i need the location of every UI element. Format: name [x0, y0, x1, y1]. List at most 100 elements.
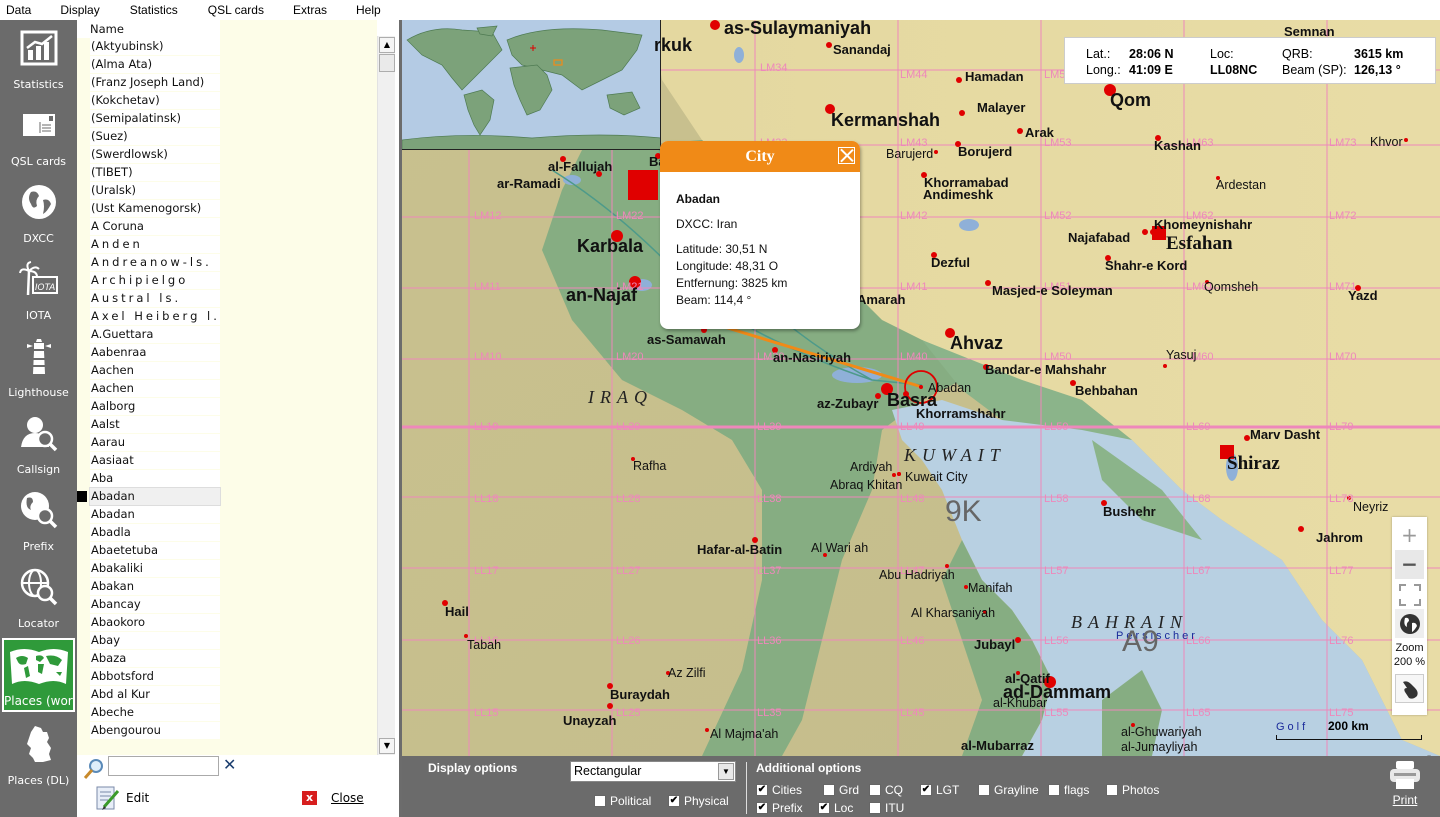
places-list[interactable]: Name (Aktyubinsk) (Alma Ata) (Franz Joseph…	[77, 20, 377, 755]
menu-data[interactable]: Data	[0, 0, 38, 20]
sidebar-item-lighthouse[interactable]: Lighthouse	[2, 328, 75, 402]
close-button[interactable]: x Close	[302, 791, 364, 805]
city-label[interactable]: Behbahan	[1075, 383, 1138, 398]
sidebar-item-qsl-cards[interactable]: QSL cards	[2, 97, 75, 171]
city-label[interactable]: al-Khubar	[993, 696, 1047, 710]
clear-search-button[interactable]: ✕	[223, 755, 236, 774]
city-label[interactable]: Rafha	[633, 459, 666, 473]
city-label[interactable]: as-Sulaymaniyah	[724, 20, 871, 39]
city-label[interactable]: Jahrom	[1316, 530, 1363, 545]
scroll-down-button[interactable]: ▼	[379, 738, 395, 754]
list-item[interactable]: Aachen	[77, 362, 220, 380]
city-label[interactable]: Hafar-al-Batin	[697, 542, 782, 557]
city-label[interactable]: Masjed-e Soleyman	[992, 283, 1113, 298]
option-checkbox-cq[interactable]: CQ	[869, 783, 903, 797]
list-item[interactable]: Abadan	[77, 487, 221, 506]
menu-statistics[interactable]: Statistics	[124, 0, 185, 20]
political-checkbox[interactable]: Political	[594, 794, 651, 808]
list-item[interactable]: Abengourou	[77, 722, 220, 740]
option-checkbox-lgt[interactable]: ✔ LGT	[920, 783, 959, 797]
city-label[interactable]: Qom	[1110, 90, 1151, 111]
city-label[interactable]: Esfahan	[1166, 233, 1233, 255]
list-scrollbar[interactable]: ▲ ▼	[377, 36, 395, 755]
list-item[interactable]: Aachen	[77, 380, 220, 398]
option-checkbox-loc[interactable]: ✔ Loc	[818, 801, 853, 815]
projection-select[interactable]: Rectangular ▼	[570, 761, 736, 782]
city-label[interactable]: Khomeynishahr	[1154, 217, 1252, 232]
search-input[interactable]	[108, 756, 219, 776]
city-label[interactable]: Karbala	[577, 236, 643, 257]
list-item[interactable]: Abd al Kur	[77, 686, 220, 704]
scroll-thumb[interactable]	[379, 54, 395, 72]
sidebar-item-prefix[interactable]: Prefix	[2, 482, 75, 556]
list-item[interactable]: Abadan	[77, 506, 220, 524]
list-item[interactable]: (Semipalatinsk)	[77, 110, 220, 128]
list-item[interactable]: Axel Heiberg l.	[77, 308, 220, 326]
city-label[interactable]: Tabah	[467, 638, 501, 652]
sidebar-item-iota[interactable]: IOTA IOTA	[2, 251, 75, 325]
city-label[interactable]: Yazd	[1348, 288, 1378, 303]
city-label[interactable]: Hail	[445, 604, 469, 619]
globe-view-button[interactable]	[1395, 609, 1424, 638]
city-label[interactable]: Qomsheh	[1204, 280, 1258, 294]
list-item[interactable]: (Alma Ata)	[77, 56, 220, 74]
city-label[interactable]: Khorramshahr	[916, 406, 1006, 421]
city-label[interactable]: Neyriz	[1353, 500, 1388, 514]
list-item[interactable]: Archipielgo	[77, 272, 220, 290]
city-label[interactable]: Abraq Khitan	[830, 478, 902, 492]
list-item[interactable]: (Aktyubinsk)	[77, 38, 220, 56]
city-label[interactable]: Unayzah	[563, 713, 616, 728]
city-label[interactable]: Barujerd	[886, 147, 933, 161]
sidebar-item-locator[interactable]: Locator	[2, 559, 75, 633]
city-label[interactable]: Borujerd	[958, 144, 1012, 159]
list-item[interactable]: Aabenraa	[77, 344, 220, 362]
pan-tool-button[interactable]	[1395, 674, 1424, 703]
city-label[interactable]: Buraydah	[610, 687, 670, 702]
sidebar-item-dxcc[interactable]: DXCC	[2, 174, 75, 248]
city-label[interactable]: Al Wari ah	[811, 541, 868, 555]
city-label[interactable]: an-Nasiriyah	[773, 350, 851, 365]
city-label[interactable]: Dezful	[931, 255, 970, 270]
city-label[interactable]: Marv Dasht	[1250, 427, 1320, 442]
list-item[interactable]: Aasiaat	[77, 452, 220, 470]
city-label[interactable]: Ardiyah	[850, 460, 892, 474]
scroll-up-button[interactable]: ▲	[379, 37, 395, 53]
fullscreen-button[interactable]	[1395, 580, 1424, 609]
city-label[interactable]: Al Majma'ah	[710, 727, 778, 741]
city-label[interactable]: al-Mubarraz	[961, 738, 1034, 753]
sidebar-item-statistics[interactable]: Statistics	[2, 20, 75, 94]
list-item[interactable]: Abadla	[77, 524, 220, 542]
menu-qsl-cards[interactable]: QSL cards	[202, 0, 271, 20]
edit-button[interactable]: Edit	[96, 785, 149, 811]
city-label[interactable]: Kashan	[1154, 138, 1201, 153]
city-label[interactable]: Al Kharsaniyah	[911, 606, 995, 620]
city-label[interactable]: Manifah	[968, 581, 1012, 595]
option-checkbox-prefix[interactable]: ✔ Prefix	[756, 801, 803, 815]
list-item[interactable]: (TIBET)	[77, 164, 220, 182]
sidebar-item-callsign[interactable]: Callsign	[2, 405, 75, 479]
sidebar-item-places-world[interactable]: Places (world)	[2, 638, 75, 712]
list-item[interactable]: Abancay	[77, 596, 220, 614]
print-button[interactable]: Print	[1380, 760, 1430, 807]
list-item[interactable]: Abay	[77, 632, 220, 650]
city-label[interactable]: Shiraz	[1227, 453, 1280, 475]
city-label[interactable]: Kuwait City	[905, 470, 968, 484]
list-item[interactable]: (Kokchetav)	[77, 92, 220, 110]
physical-checkbox[interactable]: ✔ Physical	[668, 794, 729, 808]
city-label[interactable]: Amarah	[857, 292, 905, 307]
list-item[interactable]: (Suez)	[77, 128, 220, 146]
city-label[interactable]: az-Zubayr	[817, 396, 878, 411]
city-label[interactable]: Ahvaz	[950, 333, 1003, 354]
city-label[interactable]: Najafabad	[1068, 230, 1130, 245]
list-item[interactable]: Austral ls.	[77, 290, 220, 308]
city-label[interactable]: Yasuj	[1166, 348, 1196, 362]
sidebar-item-places-dl[interactable]: Places (DL)	[2, 716, 75, 790]
city-label[interactable]: Abu Hadriyah	[879, 568, 955, 582]
list-item[interactable]: Abaza	[77, 650, 220, 668]
list-item[interactable]: Andreanow-ls.	[77, 254, 220, 272]
city-label[interactable]: Hamadan	[965, 69, 1024, 84]
city-label[interactable]: Az Zilfi	[668, 666, 706, 680]
city-label[interactable]: as-Samawah	[647, 332, 726, 347]
list-item[interactable]: Abakan	[77, 578, 220, 596]
option-checkbox-flags[interactable]: flags	[1048, 783, 1089, 797]
